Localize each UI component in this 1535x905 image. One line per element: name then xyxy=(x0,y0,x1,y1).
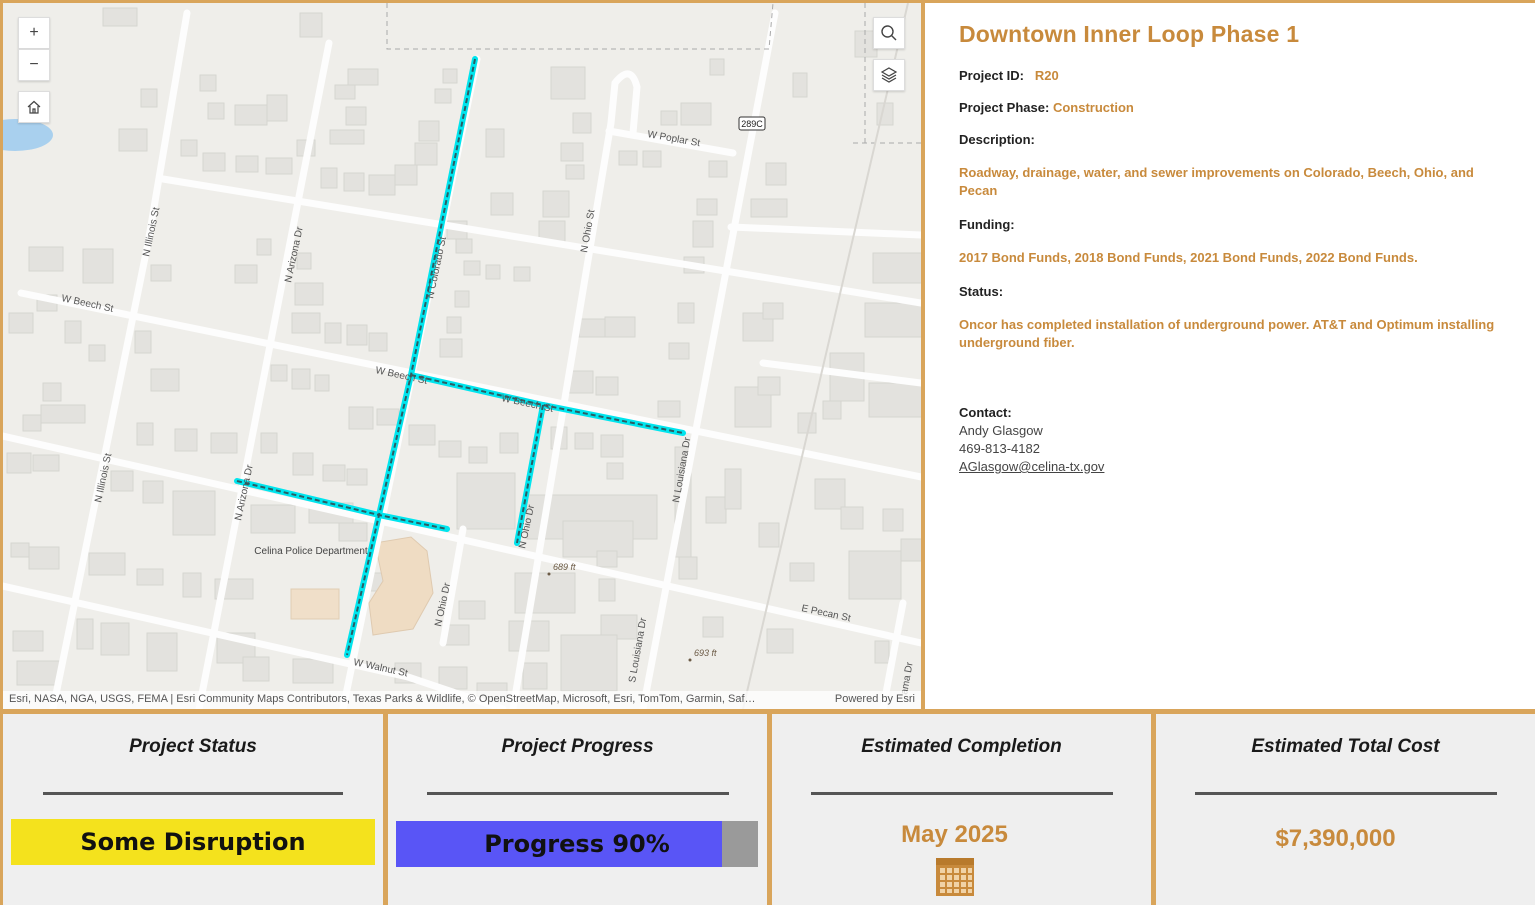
powered-by-link[interactable]: Powered by Esri xyxy=(835,693,915,707)
project-phase-row: Project Phase: Construction xyxy=(959,100,1501,115)
divider xyxy=(426,792,729,795)
street-label: N Illinois St xyxy=(141,206,162,257)
zoom-out-label: − xyxy=(29,56,39,73)
estimated-completion-panel: Estimated Completion May 2025 xyxy=(772,714,1151,905)
completion-date: May 2025 xyxy=(901,821,1008,848)
project-status-panel: Project Status Some Disruption xyxy=(3,714,383,905)
contact-block: Contact: Andy Glasgow 469-813-4182 AGlas… xyxy=(959,404,1501,476)
search-icon xyxy=(881,25,897,41)
progress-bar: Progress 90% xyxy=(396,821,758,867)
status-label: Status: xyxy=(959,284,1004,299)
estimated-total-cost-panel: Estimated Total Cost $7,390,000 xyxy=(1156,714,1535,905)
layers-icon xyxy=(880,67,898,83)
calendar-icon-wrap xyxy=(758,857,1151,902)
project-title: Downtown Inner Loop Phase 1 xyxy=(959,21,1300,47)
status-indicator: Some Disruption xyxy=(11,819,375,865)
water-body xyxy=(3,119,53,151)
status-value: Oncor has completed installation of unde… xyxy=(959,317,1495,350)
funding-value: 2017 Bond Funds, 2018 Bond Funds, 2021 B… xyxy=(959,250,1418,265)
dashboard: W Poplar St N Illinois St N Arizona Dr N… xyxy=(0,0,1535,905)
project-id-value: R20 xyxy=(1034,68,1059,83)
project-phase-value: Construction xyxy=(1052,100,1134,115)
zoom-in-label: + xyxy=(29,24,39,41)
estimated-total-cost-title: Estimated Total Cost xyxy=(1251,736,1440,757)
map-view[interactable]: W Poplar St N Illinois St N Arizona Dr N… xyxy=(3,3,921,709)
search-button[interactable] xyxy=(873,17,905,49)
highway-shield-label: 289C xyxy=(741,119,763,129)
attribution-text: Esri, NASA, NGA, USGS, FEMA | Esri Commu… xyxy=(9,693,756,705)
progress-label: Progress 90% xyxy=(484,830,670,858)
street-label: W Walnut St xyxy=(352,657,408,679)
project-id-row: Project ID: R20 xyxy=(959,68,1501,83)
spot-elevation-marker xyxy=(688,658,692,662)
police-building xyxy=(290,588,340,620)
calendar-icon xyxy=(935,858,974,896)
zoom-in-button[interactable]: + xyxy=(18,17,50,49)
project-phase-label: Project Phase: xyxy=(959,100,1050,115)
divider xyxy=(43,792,343,795)
divider xyxy=(810,792,1113,795)
project-progress-title: Project Progress xyxy=(501,736,654,757)
place-label: Celina Police Department xyxy=(254,546,368,557)
street-label: W Beech St xyxy=(60,293,114,315)
home-icon xyxy=(27,100,41,114)
zoom-out-button[interactable]: − xyxy=(18,49,50,81)
divider xyxy=(1194,792,1497,795)
project-progress-panel: Project Progress Progress 90% xyxy=(388,714,767,905)
funding-label: Funding: xyxy=(959,217,1015,232)
project-id-label: Project ID: xyxy=(959,68,1025,83)
contact-phone: 469-813-4182 xyxy=(959,441,1040,456)
description-label: Description: xyxy=(959,132,1035,147)
contact-email-link[interactable]: AGlasgow@celina-tx.gov xyxy=(959,459,1104,474)
total-cost-value: $7,390,000 xyxy=(1275,825,1396,852)
contact-name: Andy Glasgow xyxy=(959,423,1043,438)
basemap: W Poplar St N Illinois St N Arizona Dr N… xyxy=(3,3,921,709)
spot-elevation: 693 ft xyxy=(694,648,717,658)
street-label: W Poplar St xyxy=(646,129,701,149)
railway xyxy=(742,3,909,709)
contact-label: Contact: xyxy=(959,405,1012,420)
spot-elevation: 689 ft xyxy=(553,562,576,572)
street-label: N Colorado St xyxy=(425,236,449,300)
description-value: Roadway, drainage, water, and sewer impr… xyxy=(959,165,1474,198)
project-details-panel: Downtown Inner Loop Phase 1 Project ID: … xyxy=(925,3,1535,709)
estimated-completion-title: Estimated Completion xyxy=(861,736,1062,757)
spot-elevation-marker xyxy=(547,572,551,576)
home-button[interactable] xyxy=(18,91,50,123)
project-status-title: Project Status xyxy=(129,736,257,757)
map-attribution: Esri, NASA, NGA, USGS, FEMA | Esri Commu… xyxy=(3,691,921,709)
layers-button[interactable] xyxy=(873,59,905,91)
